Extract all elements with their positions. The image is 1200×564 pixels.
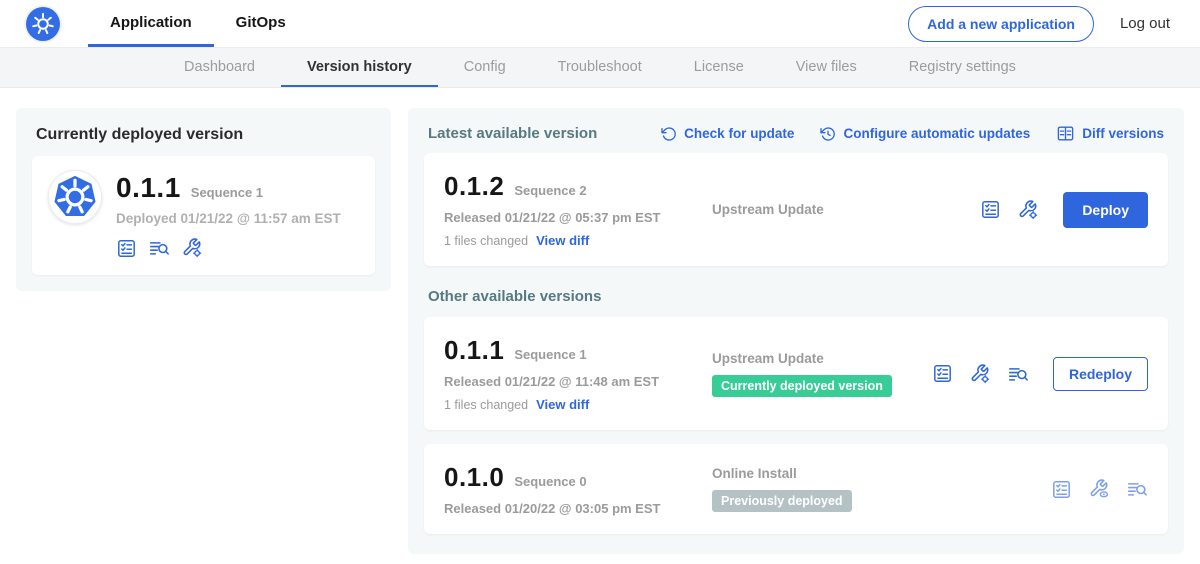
deploy-logs-icon[interactable]: [148, 237, 170, 259]
configure-automatic-updates-link[interactable]: Configure automatic updates: [820, 126, 1030, 142]
diff-columns-icon: [1056, 124, 1075, 143]
logout-button[interactable]: Log out: [1120, 15, 1170, 32]
subnav-tab-registry-settings[interactable]: Registry settings: [883, 48, 1042, 87]
tab-application[interactable]: Application: [88, 0, 214, 47]
release-version-number: 0.1.1: [444, 335, 504, 366]
subnav-tab-dashboard[interactable]: Dashboard: [158, 48, 281, 87]
release-source-label: Upstream Update: [712, 351, 932, 366]
deploy-logs-icon[interactable]: [1007, 363, 1029, 385]
release-timestamp: Released 01/21/22 @ 11:48 am EST: [444, 374, 712, 389]
tab-application-label: Application: [110, 14, 192, 31]
configure-automatic-updates-label: Configure automatic updates: [843, 126, 1030, 141]
diff-versions-link[interactable]: Diff versions: [1056, 124, 1164, 143]
deployed-sequence-label: Sequence 1: [191, 185, 263, 200]
redeploy-button[interactable]: Redeploy: [1053, 357, 1148, 391]
release-info: 0.1.1 Sequence 1 Released 01/21/22 @ 11:…: [444, 335, 712, 412]
currently-deployed-title: Currently deployed version: [32, 124, 375, 156]
release-source-label: Upstream Update: [712, 202, 980, 217]
subnav-tab-troubleshoot[interactable]: Troubleshoot: [532, 48, 668, 87]
release-info: 0.1.0 Sequence 0 Released 01/20/22 @ 03:…: [444, 462, 712, 516]
app-logo: [26, 7, 60, 41]
diff-versions-label: Diff versions: [1082, 126, 1164, 141]
clock-refresh-icon: [820, 126, 836, 142]
release-card-0-1-1: 0.1.1 Sequence 1 Released 01/21/22 @ 11:…: [424, 317, 1168, 430]
release-version-number: 0.1.0: [444, 462, 504, 493]
deployed-version-info: 0.1.1 Sequence 1 Deployed 01/21/22 @ 11:…: [116, 170, 341, 259]
view-config-icon[interactable]: [1088, 478, 1110, 500]
release-source-label: Online Install: [712, 466, 1051, 481]
release-actions: [1051, 478, 1148, 500]
currently-deployed-badge: Currently deployed version: [712, 375, 892, 397]
add-application-button[interactable]: Add a new application: [908, 6, 1094, 42]
release-timestamp: Released 01/21/22 @ 05:37 pm EST: [444, 210, 712, 225]
deployed-app-logo: [48, 170, 102, 224]
subnav-tab-view-files[interactable]: View files: [770, 48, 883, 87]
kubernetes-helm-icon: [52, 174, 98, 220]
release-sequence-label: Sequence 2: [514, 183, 586, 198]
previously-deployed-badge: Previously deployed: [712, 490, 852, 512]
release-timestamp: Released 01/20/22 @ 03:05 pm EST: [444, 501, 712, 516]
tab-gitops-label: GitOps: [236, 14, 286, 31]
edit-config-icon[interactable]: [1017, 199, 1039, 221]
deploy-logs-icon[interactable]: [1126, 478, 1148, 500]
files-changed-label: 1 files changed: [444, 234, 528, 248]
release-version-number: 0.1.2: [444, 171, 504, 202]
update-actions: Check for update Configure automatic upd…: [661, 124, 1164, 143]
currently-deployed-panel: Currently deployed version 0.1.1 Sequenc…: [16, 108, 391, 291]
release-notes-icon[interactable]: [980, 199, 1001, 220]
latest-version-header: Latest available version Check for updat…: [424, 122, 1168, 153]
release-source: Upstream Update Currently deployed versi…: [712, 351, 932, 397]
check-for-update-label: Check for update: [684, 126, 794, 141]
release-source: Upstream Update: [712, 202, 980, 217]
subnav-tab-config[interactable]: Config: [438, 48, 532, 87]
release-notes-icon[interactable]: [932, 363, 953, 384]
check-for-update-link[interactable]: Check for update: [661, 126, 794, 142]
subnav-tab-license[interactable]: License: [668, 48, 770, 87]
kubernetes-helm-icon: [29, 10, 57, 38]
release-notes-icon[interactable]: [1051, 479, 1072, 500]
subnav-tab-version-history[interactable]: Version history: [281, 48, 438, 87]
files-changed-label: 1 files changed: [444, 398, 528, 412]
release-card-0-1-0: 0.1.0 Sequence 0 Released 01/20/22 @ 03:…: [424, 444, 1168, 534]
release-source: Online Install Previously deployed: [712, 466, 1051, 512]
release-sequence-label: Sequence 1: [514, 347, 586, 362]
tab-gitops[interactable]: GitOps: [214, 0, 308, 47]
top-header: Application GitOps Add a new application…: [0, 0, 1200, 48]
other-versions-title: Other available versions: [424, 266, 1168, 317]
app-subnav: Dashboard Version history Config Trouble…: [0, 48, 1200, 88]
top-tabs: Application GitOps: [88, 0, 308, 47]
view-diff-link[interactable]: View diff: [536, 397, 589, 412]
version-history-panel: Latest available version Check for updat…: [408, 108, 1184, 554]
release-card-0-1-2: 0.1.2 Sequence 2 Released 01/21/22 @ 05:…: [424, 153, 1168, 266]
deployed-version-number: 0.1.1: [116, 172, 181, 204]
release-info: 0.1.2 Sequence 2 Released 01/21/22 @ 05:…: [444, 171, 712, 248]
edit-config-icon[interactable]: [969, 363, 991, 385]
edit-config-icon[interactable]: [181, 237, 203, 259]
deployed-timestamp: Deployed 01/21/22 @ 11:57 am EST: [116, 211, 341, 226]
header-spacer: [308, 0, 908, 47]
release-actions: Deploy: [980, 192, 1148, 228]
release-actions: Redeploy: [932, 357, 1148, 391]
currently-deployed-card: 0.1.1 Sequence 1 Deployed 01/21/22 @ 11:…: [32, 156, 375, 275]
deploy-button[interactable]: Deploy: [1063, 192, 1148, 228]
refresh-icon: [661, 126, 677, 142]
main-content: Currently deployed version 0.1.1 Sequenc…: [0, 88, 1200, 554]
release-notes-icon[interactable]: [116, 238, 137, 259]
release-sequence-label: Sequence 0: [514, 474, 586, 489]
view-diff-link[interactable]: View diff: [536, 233, 589, 248]
latest-version-title: Latest available version: [428, 125, 597, 142]
